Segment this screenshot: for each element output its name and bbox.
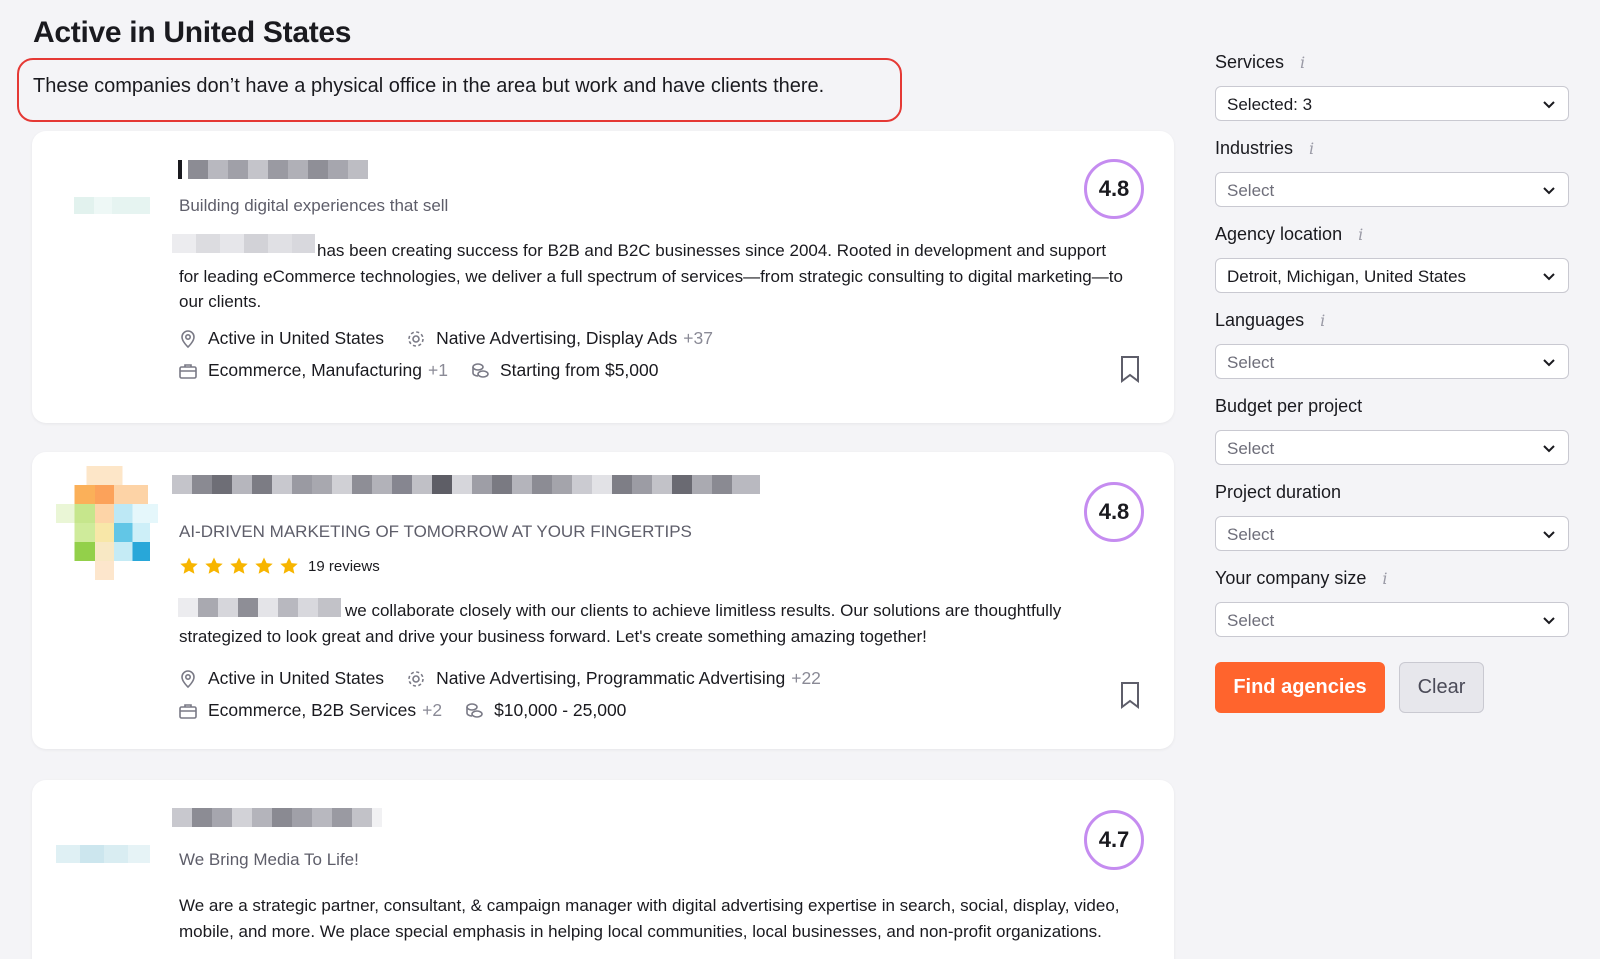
agency-description: We are a strategic partner, consultant, …	[179, 896, 1120, 941]
chevron-down-icon	[1543, 273, 1555, 281]
info-icon[interactable]: i	[1382, 569, 1387, 588]
info-icon[interactable]: i	[1309, 139, 1314, 158]
agency-budget: Starting from $5,000	[499, 360, 659, 380]
info-icon[interactable]: i	[1300, 53, 1305, 72]
agency-description: we collaborate closely with our clients …	[179, 601, 1062, 646]
agency-budget: $10,000 - 25,000	[494, 700, 627, 720]
agency-tagline: Building digital experiences that sell	[179, 196, 449, 215]
page-title: Active in United States	[33, 16, 352, 49]
chevron-down-icon	[1543, 101, 1555, 109]
agency-logo	[74, 197, 150, 214]
find-agencies-button[interactable]: Find agencies	[1215, 662, 1385, 713]
agency-location: Active in United States	[208, 668, 385, 688]
agency-location: Active in United States	[208, 328, 385, 348]
star-icon	[255, 557, 273, 574]
agency-industries: Ecommerce, Manufacturing	[208, 360, 422, 380]
company-size-filter-label: Your company size i	[1215, 568, 1388, 588]
star-icon	[180, 557, 198, 574]
budget-select[interactable]: Select	[1215, 430, 1569, 465]
agency-services: Native Advertising, Programmatic Adverti…	[436, 668, 786, 688]
agency-meta-row: Active in United States Native Advertisi…	[178, 328, 713, 349]
chevron-down-icon	[1543, 617, 1555, 625]
services-select[interactable]: Selected: 3	[1215, 86, 1569, 121]
star-icon	[230, 557, 248, 574]
company-size-select[interactable]: Select	[1215, 602, 1569, 637]
agency-logo	[56, 845, 150, 863]
location-pin-icon	[178, 669, 198, 689]
bookmark-icon[interactable]	[1119, 681, 1141, 709]
location-filter-label: Agency location i	[1215, 224, 1364, 244]
agency-meta-row: Ecommerce, B2B Services +2 $10,000 - 25,…	[178, 700, 626, 721]
clear-filters-button[interactable]: Clear	[1399, 662, 1484, 713]
location-notice: These companies don’t have a physical of…	[17, 58, 902, 122]
briefcase-icon	[178, 701, 198, 721]
location-select[interactable]: Detroit, Michigan, United States	[1215, 258, 1569, 293]
info-icon[interactable]: i	[1358, 225, 1363, 244]
agency-tagline: We Bring Media To Life!	[179, 850, 359, 869]
agency-services: Native Advertising, Display Ads	[436, 328, 678, 348]
chevron-down-icon	[1543, 187, 1555, 195]
gear-icon	[406, 329, 426, 349]
agency-card[interactable]: Building digital experiences that sell 4…	[32, 131, 1174, 423]
info-icon[interactable]: i	[1320, 311, 1325, 330]
industries-more[interactable]: +2	[422, 700, 442, 721]
bookmark-icon[interactable]	[1119, 355, 1141, 383]
rating-badge: 4.7	[1084, 810, 1144, 870]
languages-select[interactable]: Select	[1215, 344, 1569, 379]
agency-meta-row: Ecommerce, Manufacturing +1 Starting fro…	[178, 360, 659, 381]
chevron-down-icon	[1543, 359, 1555, 367]
chevron-down-icon	[1543, 445, 1555, 453]
agency-name-redacted	[172, 808, 382, 827]
chevron-down-icon	[1543, 531, 1555, 539]
review-count[interactable]: 19 reviews	[308, 558, 380, 575]
services-filter-label: Services i	[1215, 52, 1306, 72]
agency-tagline: AI-DRIVEN MARKETING OF TOMORROW AT YOUR …	[179, 522, 692, 541]
agency-description: has been creating success for B2B and B2…	[179, 241, 1123, 311]
industries-more[interactable]: +1	[428, 360, 448, 381]
rating-badge: 4.8	[1084, 482, 1144, 542]
agency-logo	[56, 466, 158, 580]
duration-select[interactable]: Select	[1215, 516, 1569, 551]
location-pin-icon	[178, 329, 198, 349]
agency-card[interactable]: We Bring Media To Life! We are a strateg…	[32, 780, 1174, 959]
star-icon	[205, 557, 223, 574]
agency-industries: Ecommerce, B2B Services	[208, 700, 417, 720]
coins-icon	[470, 361, 490, 381]
industries-filter-label: Industries i	[1215, 138, 1315, 158]
agency-card[interactable]: AI-DRIVEN MARKETING OF TOMORROW AT YOUR …	[32, 452, 1174, 749]
agency-name-redacted	[172, 475, 760, 494]
star-icon	[280, 557, 298, 574]
agency-name-redacted	[178, 160, 378, 179]
rating-badge: 4.8	[1084, 159, 1144, 219]
coins-icon	[464, 701, 484, 721]
services-more[interactable]: +37	[683, 328, 713, 349]
star-rating: 19 reviews	[179, 556, 380, 576]
languages-filter-label: Languages i	[1215, 310, 1326, 330]
services-more[interactable]: +22	[791, 668, 821, 689]
duration-filter-label: Project duration	[1215, 482, 1342, 502]
gear-icon	[406, 669, 426, 689]
agency-meta-row: Active in United States Native Advertisi…	[178, 668, 821, 689]
budget-filter-label: Budget per project	[1215, 396, 1363, 416]
industries-select[interactable]: Select	[1215, 172, 1569, 207]
briefcase-icon	[178, 361, 198, 381]
